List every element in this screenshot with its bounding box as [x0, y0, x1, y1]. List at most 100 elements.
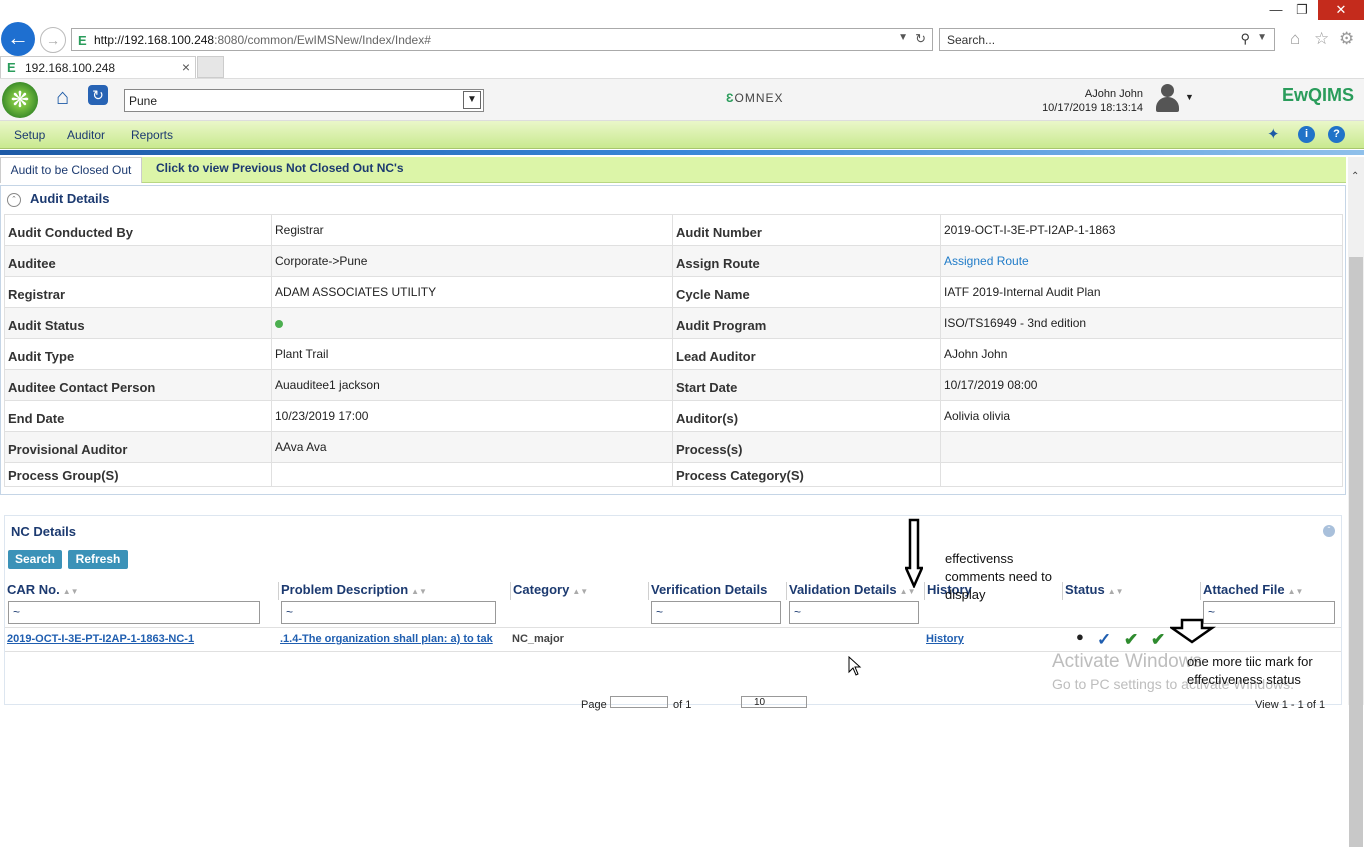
- audit-field-value: 10/23/2019 17:00: [271, 400, 673, 432]
- search-icon[interactable]: ⚲: [1240, 31, 1250, 47]
- tab-favicon-icon: E: [7, 60, 16, 75]
- audit-field-label: Audit Type: [4, 338, 272, 370]
- collapse-icon[interactable]: ˆ: [7, 193, 21, 207]
- location-select[interactable]: Pune ▼: [124, 89, 484, 112]
- tab-previous-not-closed[interactable]: Click to view Previous Not Closed Out NC…: [146, 161, 414, 175]
- filter-verification-details[interactable]: ~: [651, 601, 781, 624]
- audit-field-value: ADAM ASSOCIATES UTILITY: [271, 276, 673, 308]
- audit-detail-row: Audit Conducted By Registrar Audit Number 2…: [4, 214, 1343, 246]
- filter-problem-description[interactable]: ~: [281, 601, 496, 624]
- filter-attached-file[interactable]: ~: [1203, 601, 1335, 624]
- audit-field-label: Audit Status: [4, 307, 272, 339]
- col-attached-file[interactable]: Attached File ▲▼: [1200, 582, 1337, 600]
- nc-details-title: NC Details: [11, 524, 77, 539]
- app-header: ❋ ⌂ ↻ Pune ▼ ƐOMNEX AJohn John 10/17/201…: [0, 78, 1364, 121]
- minimize-icon[interactable]: —: [1264, 2, 1288, 17]
- reload-icon[interactable]: ↻: [915, 31, 926, 47]
- col-category[interactable]: Category ▲▼: [510, 582, 647, 600]
- app-logo-icon[interactable]: ❋: [2, 82, 38, 118]
- search-placeholder: Search...: [947, 33, 996, 47]
- search-button[interactable]: Search: [8, 550, 62, 569]
- home-icon[interactable]: ⌂: [1290, 29, 1300, 49]
- audit-field-value: 10/17/2019 08:00: [940, 369, 1343, 401]
- site-favicon-icon: E: [78, 33, 87, 48]
- audit-field-value: Auauditee1 jackson: [271, 369, 673, 401]
- app-refresh-icon[interactable]: ↻: [88, 85, 108, 105]
- favorites-star-icon[interactable]: ☆: [1314, 29, 1329, 49]
- pager-page-input[interactable]: [610, 696, 668, 708]
- history-link[interactable]: History: [926, 633, 1006, 645]
- audit-field-value: [271, 307, 673, 339]
- pager-size-select[interactable]: 10: [741, 696, 807, 708]
- col-verification-details[interactable]: Verification Details: [648, 582, 785, 600]
- user-menu-caret-icon[interactable]: ▼: [1185, 92, 1194, 102]
- browser-chrome: ← → E http://192.168.100.248:8080/common…: [0, 0, 1364, 78]
- annotation-tick-mark: one more tiic mark for effectiveness sta…: [1187, 654, 1313, 687]
- audit-field-label: Audit Program: [672, 307, 941, 339]
- audit-field-label: Start Date: [672, 369, 941, 401]
- browser-tab[interactable]: E 192.168.100.248 ×: [0, 56, 196, 78]
- col-status[interactable]: Status ▲▼: [1062, 582, 1199, 600]
- menu-item-auditor[interactable]: Auditor: [67, 128, 105, 142]
- audit-field-label: End Date: [4, 400, 272, 432]
- restore-icon[interactable]: ❐: [1290, 2, 1314, 18]
- address-dropdown-icon[interactable]: ▼: [898, 32, 908, 43]
- table-row[interactable]: 2019-OCT-I-3E-PT-I2AP-1-1863-NC-1 .1.4-T…: [5, 627, 1341, 652]
- audit-details-header[interactable]: ˆ Audit Details: [1, 186, 1345, 212]
- forward-arrow-icon[interactable]: →: [40, 27, 66, 53]
- scroll-up-icon[interactable]: ⌃: [1351, 171, 1359, 182]
- settings-gear-icon[interactable]: ⚙: [1339, 29, 1354, 49]
- refresh-button[interactable]: Refresh: [68, 550, 128, 569]
- login-timestamp: 10/17/2019 18:13:14: [1042, 102, 1143, 114]
- omnex-logo: ƐOMNEX: [726, 91, 784, 105]
- app-home-icon[interactable]: ⌂: [56, 85, 80, 109]
- audit-field-value: IATF 2019-Internal Audit Plan: [940, 276, 1343, 308]
- audit-detail-row: Audit Status Audit Program ISO/TS16949 - 3…: [4, 307, 1343, 339]
- help-icon[interactable]: ?: [1328, 126, 1345, 143]
- tab-audit-to-be-closed[interactable]: Audit to be Closed Out: [0, 157, 142, 183]
- chevron-down-icon[interactable]: ▼: [463, 91, 481, 109]
- avatar[interactable]: [1153, 82, 1181, 114]
- menu-item-setup[interactable]: Setup: [14, 128, 45, 142]
- audit-field-value: 2019-OCT-I-3E-PT-I2AP-1-1863: [940, 214, 1343, 246]
- scrollbar-thumb[interactable]: [1349, 257, 1363, 847]
- audit-details-title: Audit Details: [30, 191, 110, 206]
- main-menu-bar: Setup Auditor Reports ✦ i ?: [0, 121, 1364, 149]
- col-car-no[interactable]: CAR No. ▲▼: [5, 582, 277, 600]
- new-tab-button[interactable]: [197, 56, 224, 78]
- audit-field-value: AAva Ava: [271, 431, 673, 463]
- audit-detail-row: Provisional Auditor AAva Ava Process(s): [4, 431, 1343, 463]
- location-value: Pune: [129, 94, 158, 108]
- audit-field-label: Process Group(S): [4, 462, 272, 487]
- assigned-route-link[interactable]: Assigned Route: [940, 245, 1343, 277]
- audit-details-panel: ˆ Audit Details Audit Conducted By Regist…: [0, 185, 1346, 495]
- vertical-scrollbar[interactable]: ⌃: [1348, 157, 1364, 847]
- browser-search-input[interactable]: Search... ⚲ ▼: [939, 28, 1275, 51]
- col-validation-details[interactable]: Validation Details ▲▼: [786, 582, 923, 600]
- info-icon[interactable]: i: [1298, 126, 1315, 143]
- filter-validation-details[interactable]: ~: [789, 601, 919, 624]
- tab-close-icon[interactable]: ×: [182, 59, 190, 75]
- filter-car-no[interactable]: ~: [8, 601, 260, 624]
- tab-title: 192.168.100.248: [25, 61, 116, 75]
- car-no-link[interactable]: 2019-OCT-I-3E-PT-I2AP-1-1863-NC-1: [7, 633, 275, 645]
- problem-description-link[interactable]: .1.4-The organization shall plan: a) to …: [280, 633, 508, 645]
- pin-icon[interactable]: ✦: [1267, 125, 1280, 143]
- audit-detail-row: Audit Type Plant Trail Lead Auditor AJohn J…: [4, 338, 1343, 370]
- pager-view-text: View 1 - 1 of 1: [1255, 699, 1326, 711]
- col-problem-description[interactable]: Problem Description ▲▼: [278, 582, 508, 600]
- status-check-blue-icon[interactable]: ✓: [1097, 630, 1111, 650]
- search-dropdown-icon[interactable]: ▼: [1257, 32, 1267, 43]
- address-bar[interactable]: E http://192.168.100.248:8080/common/EwI…: [71, 28, 933, 51]
- back-arrow-icon[interactable]: ←: [1, 22, 35, 56]
- mouse-cursor-icon: [848, 656, 862, 676]
- status-check-green-icon[interactable]: ✔: [1151, 630, 1165, 650]
- audit-detail-row: Auditee Corporate->Pune Assign Route Assign…: [4, 245, 1343, 277]
- menu-item-reports[interactable]: Reports: [131, 128, 173, 142]
- status-check-green-icon[interactable]: ✔: [1124, 630, 1138, 650]
- close-window-icon[interactable]: ✕: [1318, 0, 1364, 20]
- user-name: AJohn John: [1084, 88, 1143, 100]
- collapse-icon[interactable]: ˆ: [1323, 525, 1335, 537]
- header-stripe: [0, 150, 1364, 155]
- category-value: NC_major: [512, 633, 564, 645]
